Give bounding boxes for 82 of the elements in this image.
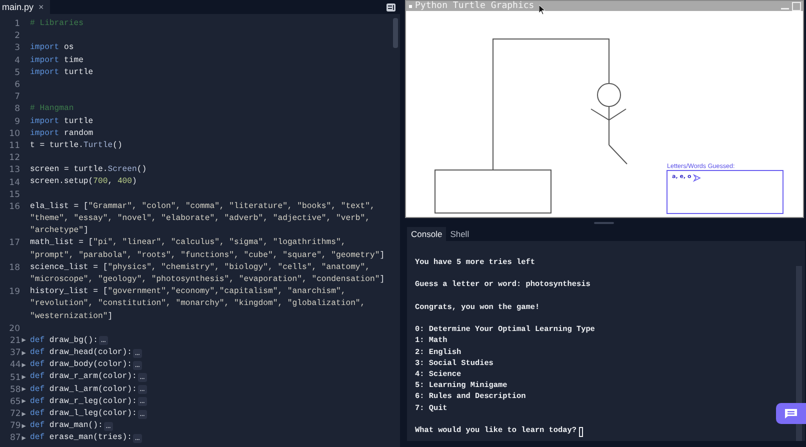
window-title: Python Turtle Graphics (415, 1, 534, 11)
code-line: import turtle (30, 66, 94, 79)
line-number: 4 (14, 56, 21, 66)
code-line: def draw_bg(): (30, 334, 98, 347)
line-number: 18 (9, 262, 21, 273)
line-number: 72 (10, 409, 21, 420)
line-number: 87 (10, 433, 21, 444)
line-number: 1 (14, 19, 21, 30)
line-number: 44 (10, 360, 21, 370)
folded-code-badge[interactable]: … (138, 397, 147, 406)
line-number: 8 (14, 104, 21, 114)
line-number: 7 (14, 92, 21, 102)
code-line: "microscope", "geology", "photosynthesis", "evaporation", "condensation"] (30, 274, 385, 286)
folded-code-badge[interactable]: … (138, 410, 147, 419)
line-number: 37 (10, 348, 21, 358)
code-line: "revolution", "constitution", "monarchy", "kingdom", "globalization", (30, 298, 366, 310)
turtle-cursor-icon (692, 174, 701, 182)
code-line: "westernization"] (30, 310, 113, 322)
console-tab[interactable]: Console (407, 227, 446, 241)
folded-code-badge[interactable]: … (133, 348, 142, 358)
line-number: 9 (14, 116, 21, 127)
folded-code-badge[interactable]: … (104, 422, 113, 431)
code-line: # Hangman (30, 103, 74, 116)
line-number: 21 (10, 336, 21, 346)
line-number: 5 (14, 68, 21, 78)
window-menu-icon[interactable] (409, 4, 412, 8)
code-line: screen.setup(700, 400) (30, 176, 137, 188)
line-number: 51 (10, 372, 21, 383)
scrollbar-thumb[interactable] (393, 18, 398, 48)
line-number: 12 (9, 153, 21, 164)
line-number: 14 (9, 178, 21, 188)
line-number: 6 (14, 80, 21, 90)
code-line: def draw_l_arm(color): (30, 384, 137, 396)
code-line: def draw_body(color): (30, 359, 132, 372)
code-line: import random (30, 128, 94, 140)
code-line: def draw_man(): (30, 420, 103, 432)
chat-button[interactable] (776, 403, 806, 424)
code-line: "theme", "essay", "novel", "elaborate", "adverb", "adjective", "verb", (30, 213, 370, 225)
code-line: def draw_head(color): (30, 347, 132, 360)
mouse-pointer-icon (539, 5, 546, 15)
code-line: math_list = ["pi", "linear", "calculus", "sigma", "logathrithms", (30, 237, 346, 250)
line-number: 15 (9, 190, 21, 200)
line-number: 13 (9, 165, 21, 176)
code-line: def draw_l_leg(color): (30, 408, 137, 420)
resize-handle[interactable] (594, 222, 614, 224)
code-line: def draw_r_arm(color): (30, 371, 137, 384)
code-line: import os (30, 42, 74, 54)
line-number: 11 (9, 140, 21, 151)
folded-code-badge[interactable]: … (133, 360, 142, 370)
code-line: import turtle (30, 116, 94, 128)
line-number: 3 (14, 43, 21, 54)
code-line: t = turtle.Turtle() (30, 140, 122, 152)
line-number: 10 (9, 128, 21, 139)
code-line: # Libraries (30, 18, 84, 30)
line-number: 17 (9, 238, 21, 248)
folded-code-badge[interactable]: … (133, 434, 142, 443)
code-line: "prompt", "parabola", "roots", "functions", "cube", "square", "geometry"] (30, 250, 385, 262)
close-icon[interactable]: × (38, 2, 44, 12)
line-number: 16 (9, 202, 21, 212)
code-line: screen = turtle.Screen() (30, 164, 147, 176)
code-line: history_list = ["government","economy","capitalism", "anarchism", (30, 286, 346, 298)
line-number: 2 (14, 31, 21, 42)
folded-code-badge[interactable]: … (138, 373, 147, 382)
line-number: 20 (9, 324, 21, 334)
console-tab[interactable]: Shell (446, 227, 474, 241)
code-line: ela_list = ["Grammar", "colon", "comma", "literature", "books", "text", (30, 200, 375, 213)
code-line: def erase_man(tries): (30, 432, 132, 444)
maximize-icon[interactable] (792, 2, 801, 10)
panel-icon[interactable] (386, 2, 396, 12)
folded-code-badge[interactable]: … (99, 336, 108, 346)
code-line: def draw_r_leg(color): (30, 396, 137, 408)
file-tab[interactable]: main.py × (0, 0, 50, 14)
text-cursor (579, 426, 584, 437)
code-line: "archetype"] (30, 225, 88, 238)
line-number: 19 (9, 287, 21, 298)
line-number: 65 (10, 396, 21, 407)
line-number: 58 (10, 384, 21, 395)
line-number: 79 (10, 421, 21, 432)
code-line: science_list = ["physics", "chemistry", "biology", "cells", "anatomy", (30, 262, 370, 274)
chat-icon (784, 408, 798, 419)
folded-code-badge[interactable]: … (138, 385, 147, 394)
code-line: import time (30, 54, 84, 67)
